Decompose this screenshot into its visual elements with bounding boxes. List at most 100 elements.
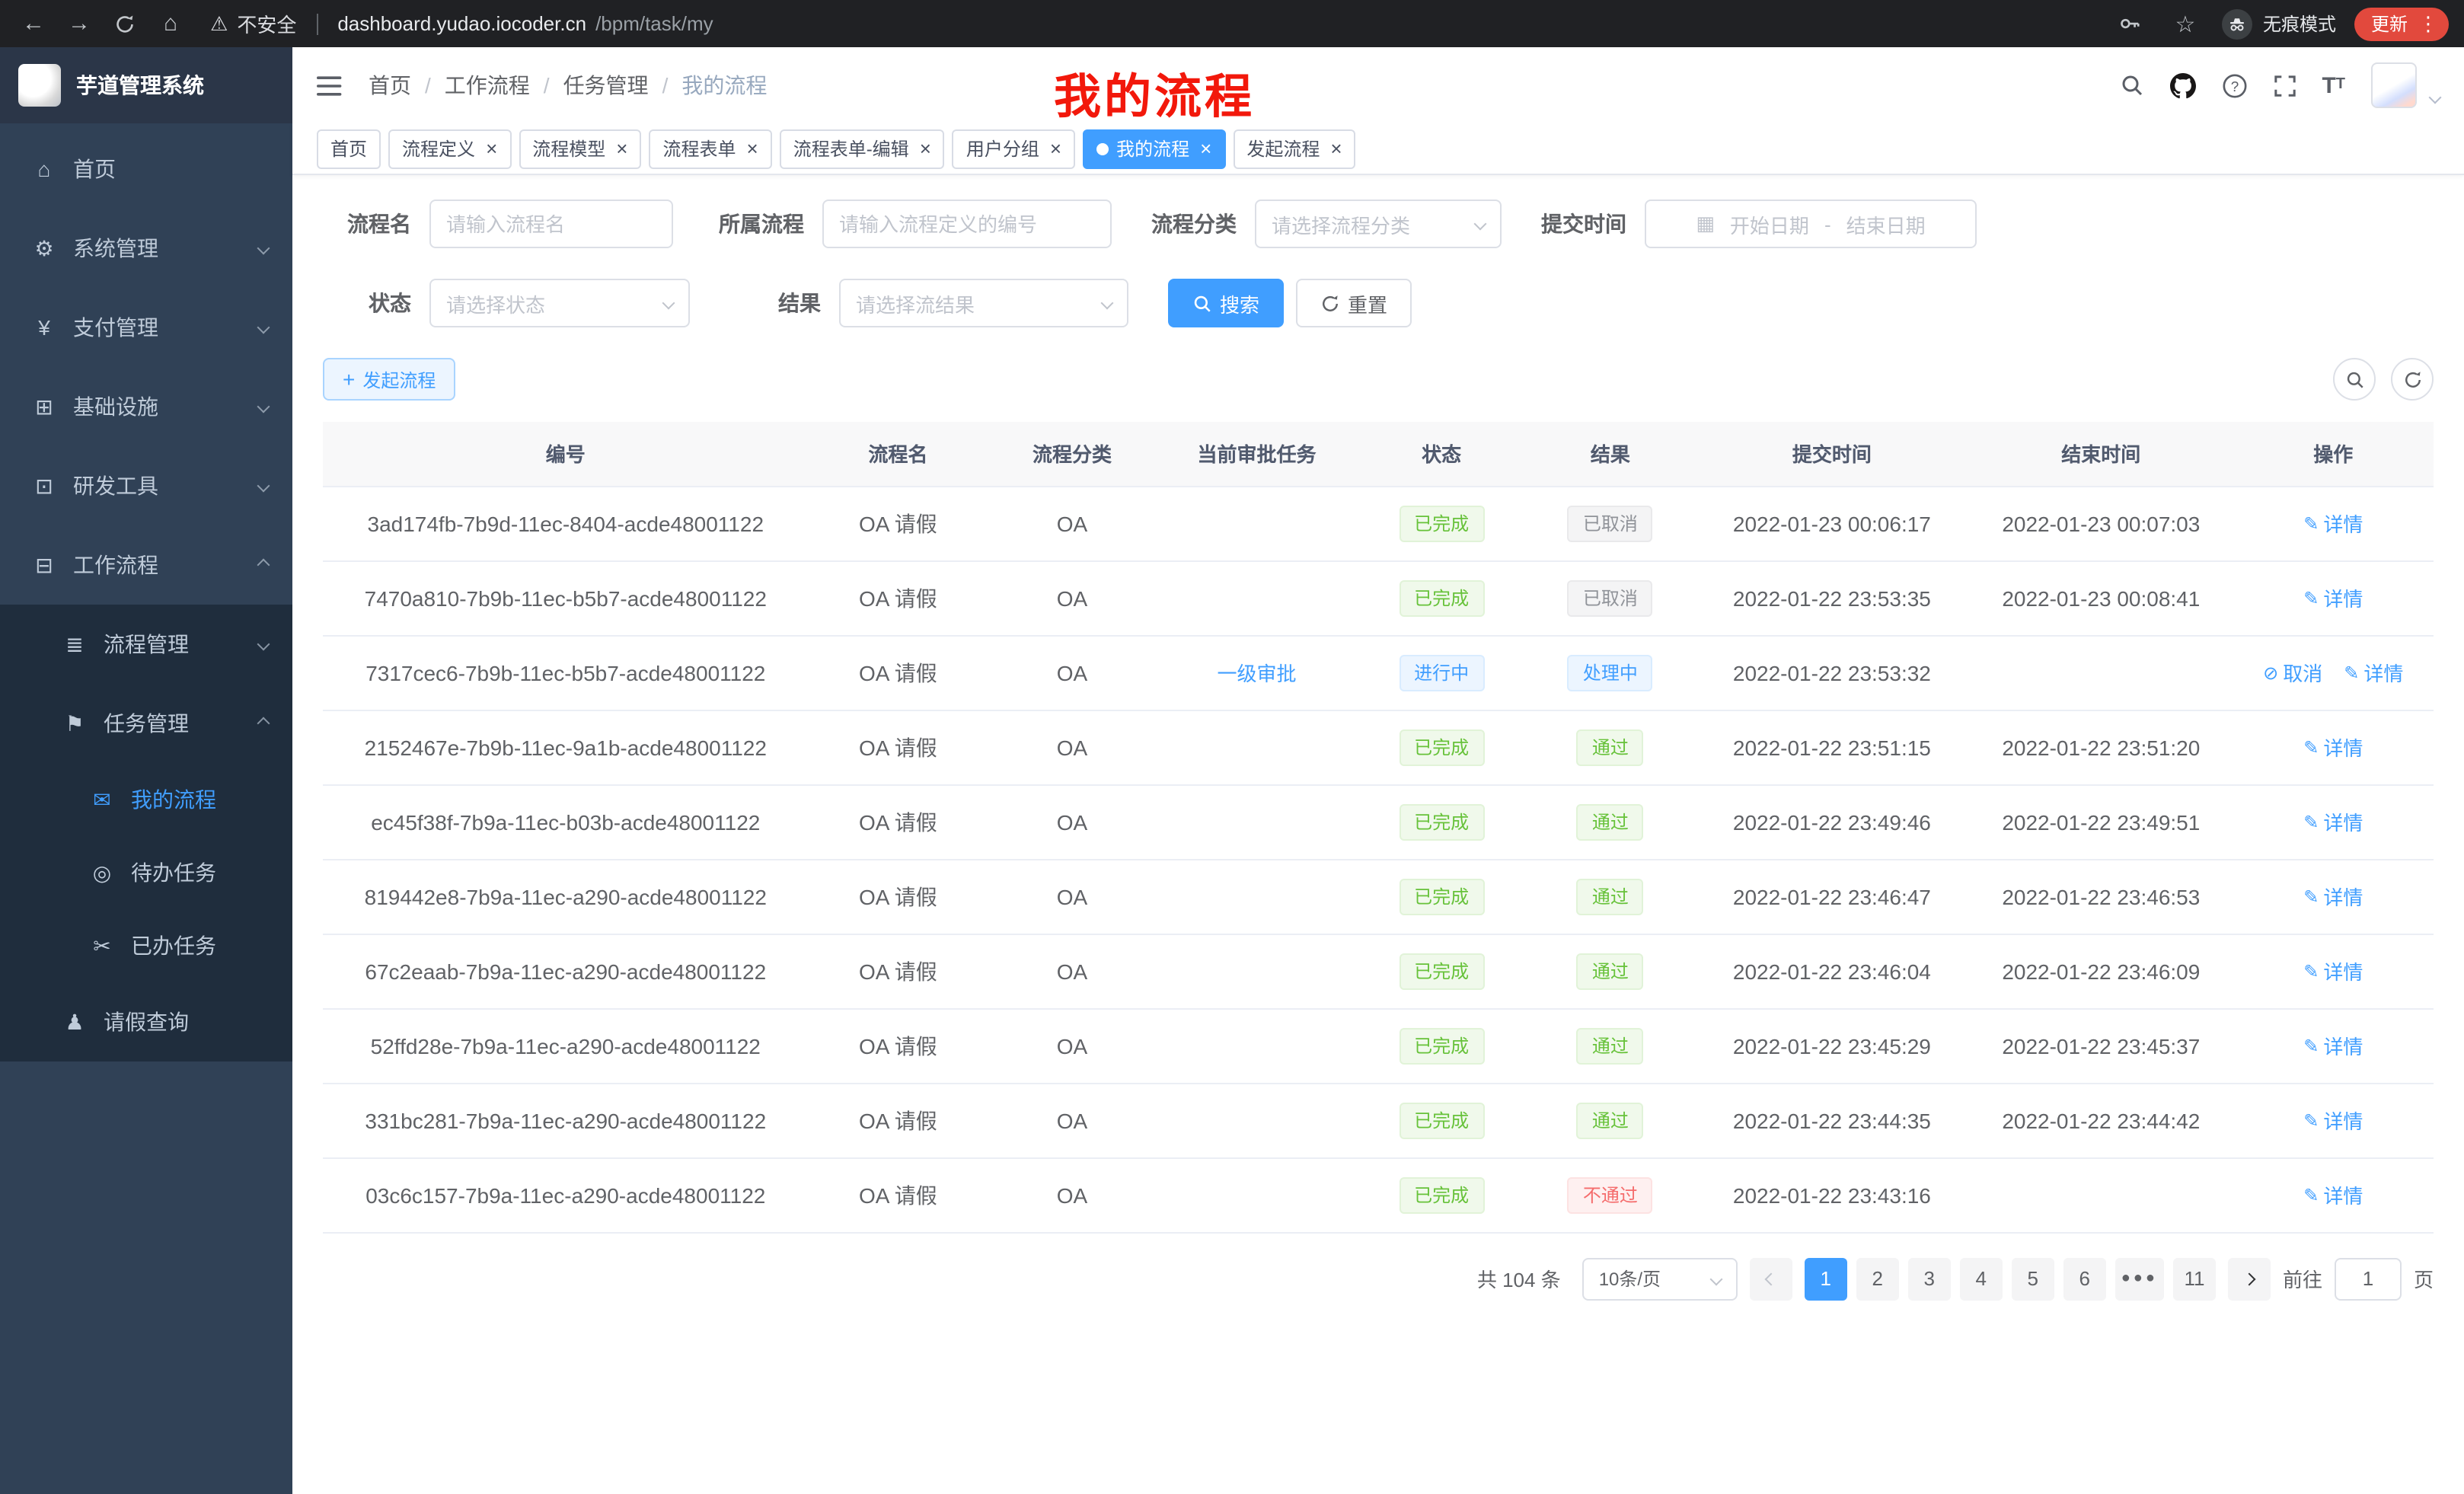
tab-item-0[interactable]: 首页 <box>317 129 381 168</box>
close-icon[interactable]: × <box>616 139 627 158</box>
avatar[interactable] <box>2371 62 2417 108</box>
breadcrumb-item[interactable]: 任务管理 <box>563 70 649 101</box>
page-ellipsis[interactable]: ●●● <box>2115 1257 2164 1300</box>
page-button-4[interactable]: 4 <box>1960 1257 2003 1300</box>
page-button-5[interactable]: 5 <box>2012 1257 2054 1300</box>
sidebar-item-yen[interactable]: ¥支付管理 <box>0 288 292 367</box>
detail-link[interactable]: ✎详情 <box>2303 509 2363 538</box>
sidebar-item-workflow[interactable]: ⊟工作流程 <box>0 525 292 605</box>
app-logo: 芋道管理系统 <box>0 47 292 123</box>
back-icon[interactable]: ← <box>15 5 52 42</box>
breadcrumb-item[interactable]: 首页 <box>369 70 411 101</box>
column-header: 操作 <box>2233 422 2434 486</box>
cell-process-name: OA 请假 <box>809 934 988 1008</box>
bookmark-star-icon[interactable]: ☆ <box>2167 5 2204 42</box>
next-page-button[interactable] <box>2228 1257 2271 1300</box>
tab-item-3[interactable]: 流程表单× <box>649 129 771 168</box>
status-tag: 处理中 <box>1568 654 1653 691</box>
page-button-11[interactable]: 11 <box>2173 1257 2216 1300</box>
sidebar-item-home[interactable]: ⌂首页 <box>0 129 292 209</box>
help-icon[interactable]: ? <box>2221 72 2247 98</box>
hamburger-icon[interactable] <box>317 74 344 97</box>
close-icon[interactable]: × <box>486 139 497 158</box>
search-button[interactable]: 搜索 <box>1168 279 1284 327</box>
detail-link[interactable]: ✎详情 <box>2303 1106 2363 1135</box>
close-icon[interactable]: × <box>1200 139 1211 158</box>
tab-item-4[interactable]: 流程表单-编辑× <box>780 129 945 168</box>
tab-label: 首页 <box>330 136 367 161</box>
cell-end-time: 2022-01-22 23:51:20 <box>1969 710 2233 784</box>
status-tag: 已完成 <box>1399 1102 1484 1138</box>
sidebar-item-infra[interactable]: ⊞基础设施 <box>0 367 292 446</box>
detail-icon: ✎ <box>2303 811 2319 832</box>
detail-icon: ✎ <box>2303 1184 2319 1205</box>
submit-time-range[interactable]: ▦ 开始日期 - 结束日期 <box>1645 200 1977 248</box>
prev-page-button[interactable] <box>1750 1257 1792 1300</box>
toggle-search-button[interactable] <box>2333 358 2376 401</box>
tab-item-7[interactable]: 发起流程× <box>1233 129 1355 168</box>
sidebar-item-tools[interactable]: ⊡研发工具 <box>0 446 292 525</box>
cancel-link[interactable]: ⊘取消 <box>2263 658 2322 687</box>
reload-icon[interactable] <box>107 5 143 42</box>
sidebar-item-done[interactable]: ✂已办任务 <box>0 909 292 982</box>
browser-chrome: ← → ⌂ ⚠ 不安全 dashboard.yudao.iocoder.cn/b… <box>0 0 2464 47</box>
detail-link[interactable]: ✎详情 <box>2303 807 2363 836</box>
page-button-2[interactable]: 2 <box>1856 1257 1899 1300</box>
chevron-down-icon[interactable] <box>2429 91 2442 104</box>
font-size-icon[interactable]: TT <box>2322 74 2345 97</box>
status-select[interactable]: 请选择状态 <box>429 279 690 327</box>
detail-link[interactable]: ✎详情 <box>2303 733 2363 761</box>
breadcrumb-item[interactable]: 工作流程 <box>445 70 530 101</box>
page-size-select[interactable]: 10条/页 <box>1582 1257 1738 1300</box>
update-button[interactable]: 更新 ⋮ <box>2354 7 2449 40</box>
sidebar-item-todo[interactable]: ◎待办任务 <box>0 836 292 909</box>
detail-link[interactable]: ✎详情 <box>2303 1180 2363 1209</box>
task-link[interactable]: 一级审批 <box>1218 662 1297 685</box>
sidebar-item-task[interactable]: ⚑任务管理 <box>0 684 292 763</box>
reset-button[interactable]: 重置 <box>1296 279 1412 327</box>
start-process-button[interactable]: + 发起流程 <box>323 358 455 401</box>
home-icon[interactable]: ⌂ <box>152 5 189 42</box>
detail-link[interactable]: ✎详情 <box>2344 658 2403 687</box>
browser-menu-icon[interactable]: ⋮ <box>2418 11 2438 36</box>
detail-link[interactable]: ✎详情 <box>2303 1031 2363 1060</box>
goto-page-input[interactable] <box>2335 1257 2402 1300</box>
category-placeholder: 请选择流程分类 <box>1272 209 1410 238</box>
address-bar[interactable]: ⚠ 不安全 dashboard.yudao.iocoder.cn/bpm/tas… <box>210 9 713 38</box>
refresh-button[interactable] <box>2391 358 2434 401</box>
process-name-input[interactable] <box>429 200 673 248</box>
sidebar-item-label: 我的流程 <box>131 784 268 815</box>
chevron-down-icon <box>257 242 270 255</box>
process-def-input[interactable] <box>822 200 1112 248</box>
github-icon[interactable] <box>2169 72 2195 98</box>
tab-item-1[interactable]: 流程定义× <box>388 129 511 168</box>
category-select[interactable]: 请选择流程分类 <box>1255 200 1502 248</box>
result-select[interactable]: 请选择流结果 <box>839 279 1128 327</box>
total-count: 共 104 条 <box>1477 1264 1561 1293</box>
close-icon[interactable]: × <box>1050 139 1061 158</box>
search-icon[interactable] <box>2119 73 2143 97</box>
forward-icon[interactable]: → <box>61 5 97 42</box>
sidebar-item-leave[interactable]: ♟请假查询 <box>0 982 292 1061</box>
close-icon[interactable]: × <box>920 139 931 158</box>
close-icon[interactable]: × <box>747 139 758 158</box>
page-button-6[interactable]: 6 <box>2063 1257 2106 1300</box>
detail-link[interactable]: ✎详情 <box>2303 956 2363 985</box>
sidebar-item-my-process[interactable]: ✉我的流程 <box>0 763 292 836</box>
close-icon[interactable]: × <box>1330 139 1342 158</box>
sidebar-item-process[interactable]: ≣流程管理 <box>0 605 292 684</box>
cell-status: 已完成 <box>1357 934 1526 1008</box>
column-header: 结束时间 <box>1969 422 2233 486</box>
key-icon[interactable] <box>2112 5 2149 42</box>
cancel-label: 取消 <box>2283 658 2322 687</box>
cell-category: OA <box>988 784 1157 859</box>
detail-link[interactable]: ✎详情 <box>2303 882 2363 911</box>
tab-item-2[interactable]: 流程模型× <box>519 129 641 168</box>
fullscreen-icon[interactable] <box>2273 74 2296 97</box>
tab-item-5[interactable]: 用户分组× <box>953 129 1075 168</box>
page-button-1[interactable]: 1 <box>1805 1257 1847 1300</box>
detail-link[interactable]: ✎详情 <box>2303 583 2363 612</box>
page-button-3[interactable]: 3 <box>1908 1257 1951 1300</box>
sidebar-item-gear[interactable]: ⚙系统管理 <box>0 209 292 288</box>
tab-item-6[interactable]: 我的流程× <box>1083 129 1225 168</box>
